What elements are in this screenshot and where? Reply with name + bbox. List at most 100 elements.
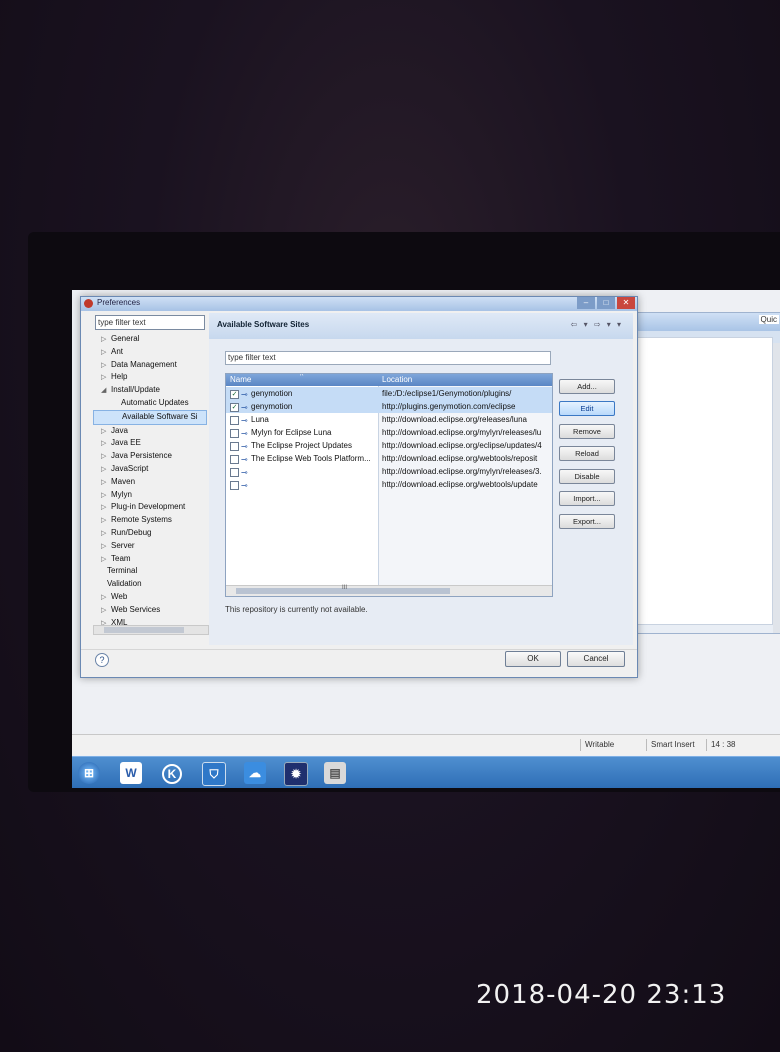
sort-indicator-icon: ^ (300, 373, 304, 380)
eclipse-app-icon[interactable]: ✹ (284, 762, 308, 786)
site-enabled-checkbox[interactable]: ✓ (230, 390, 239, 399)
table-row[interactable]: ✓ ⊸ genymotion http://plugins.genymotion.co… (226, 400, 552, 413)
site-enabled-checkbox[interactable] (230, 429, 239, 438)
reload-button[interactable]: Reload (559, 446, 615, 461)
tree-item[interactable]: ▷ Remote Systems (93, 514, 207, 527)
table-row[interactable]: ⊸ http://download.eclipse.org/webtools/up… (226, 478, 552, 491)
table-row[interactable]: ✓ ⊸ genymotion file:/D:/eclipse1/Genymotion… (226, 387, 552, 400)
dialog-titlebar[interactable]: Preferences – □ ✕ (81, 297, 637, 311)
preferences-filter-input[interactable]: type filter text (95, 315, 205, 330)
ok-button[interactable]: OK (505, 651, 561, 667)
tree-item-label: Help (111, 372, 128, 382)
tree-expander-icon[interactable]: ▷ (101, 592, 111, 605)
shield-icon[interactable]: ⛉ (202, 762, 226, 786)
word-icon[interactable]: W (120, 762, 142, 784)
sites-filter-input[interactable]: type filter text (225, 351, 551, 365)
tree-expander-icon[interactable]: ▷ (101, 605, 111, 618)
site-name: genymotion (251, 389, 293, 398)
tree-item-label: Mylyn (111, 489, 132, 499)
k-app-icon[interactable]: K (162, 764, 182, 784)
table-row[interactable]: ⊸ The Eclipse Project Updates http://downl… (226, 439, 552, 452)
table-row[interactable]: ⊸ The Eclipse Web Tools Platform... http:/… (226, 452, 552, 465)
tree-item[interactable]: ▷ Data Management (93, 359, 207, 372)
tree-item[interactable]: ▷ Java Persistence (93, 450, 207, 463)
maximize-icon[interactable]: □ (597, 297, 615, 309)
tree-expander-icon[interactable]: ▷ (101, 528, 111, 541)
tree-item[interactable]: ▷ Help (93, 371, 207, 384)
tree-scroll-thumb[interactable] (104, 627, 184, 633)
table-horizontal-scrollbar[interactable]: III (226, 585, 552, 596)
site-enabled-checkbox[interactable] (230, 455, 239, 464)
tree-expander-icon[interactable]: ▷ (101, 541, 111, 554)
background-scrollbar[interactable] (773, 343, 780, 633)
disable-button[interactable]: Disable (559, 469, 615, 484)
tree-item-label: Data Management (111, 359, 177, 369)
remove-button[interactable]: Remove (559, 424, 615, 439)
column-header-location[interactable]: Location (382, 375, 412, 384)
tree-item[interactable]: ▷ General (93, 333, 207, 346)
printer-icon[interactable]: ▤ (324, 762, 346, 784)
tree-item[interactable]: ▷ Plug-in Development (93, 501, 207, 514)
close-icon[interactable]: ✕ (617, 297, 635, 309)
tree-item-label: Install/Update (111, 385, 160, 395)
table-row[interactable]: ⊸ Luna http://download.eclipse.org/release… (226, 413, 552, 426)
tree-item-label: Java EE (111, 438, 141, 448)
tree-expander-icon[interactable]: ▷ (101, 347, 111, 360)
tree-item[interactable]: ▷ Java EE (93, 437, 207, 450)
tree-item[interactable]: ▷ Server (93, 540, 207, 553)
repository-status-message: This repository is currently not availab… (225, 605, 368, 614)
photo-timestamp: 2018-04-20 23:13 (476, 980, 727, 1010)
tree-item[interactable]: Validation (93, 578, 207, 591)
column-header-name[interactable]: Name (230, 375, 251, 384)
site-enabled-checkbox[interactable] (230, 481, 239, 490)
site-enabled-checkbox[interactable] (230, 416, 239, 425)
edit-button[interactable]: Edit (559, 401, 615, 416)
tree-expander-icon[interactable]: ◢ (101, 385, 111, 398)
tree-horizontal-scrollbar[interactable] (93, 625, 209, 635)
tree-item-label: Web (111, 591, 128, 601)
history-nav-icons[interactable]: ⇦ ▾ ⇨ ▾ ▾ (571, 320, 623, 329)
tree-expander-icon[interactable]: ▷ (101, 464, 111, 477)
site-name: The Eclipse Web Tools Platform... (251, 454, 371, 463)
insert-mode-status: Smart Insert (646, 739, 695, 751)
table-row[interactable]: ⊸ http://download.eclipse.org/mylyn/relea… (226, 465, 552, 478)
help-icon[interactable]: ? (95, 653, 109, 667)
import-button[interactable]: Import... (559, 491, 615, 506)
tree-item[interactable]: ▷ Run/Debug (93, 527, 207, 540)
tree-item[interactable]: ▷ Team (93, 553, 207, 566)
tree-item-label: Available Software Si (122, 411, 198, 421)
tree-item[interactable]: Automatic Updates (93, 397, 207, 410)
tree-item-label: Team (111, 553, 131, 563)
tree-item-label: Validation (107, 579, 142, 589)
site-enabled-checkbox[interactable] (230, 468, 239, 477)
table-row[interactable]: ⊸ Mylyn for Eclipse Luna http://download.e… (226, 426, 552, 439)
page-header: Available Software Sites ⇦ ▾ ⇨ ▾ ▾ (209, 313, 633, 339)
update-site-icon: ⊸ (241, 481, 248, 490)
cloud-icon[interactable]: ☁ (244, 762, 266, 784)
minimize-icon[interactable]: – (577, 297, 595, 309)
site-enabled-checkbox[interactable] (230, 442, 239, 451)
tree-item[interactable]: Available Software Si (93, 409, 207, 425)
tree-item[interactable]: Terminal (93, 565, 207, 578)
start-button-icon[interactable]: ⊞ (78, 762, 100, 784)
tree-expander-icon[interactable]: ▷ (101, 477, 111, 490)
add-button[interactable]: Add... (559, 379, 615, 394)
tree-item-label: Java (111, 425, 128, 435)
tree-item[interactable]: ▷ Ant (93, 346, 207, 359)
preferences-tree: ▷ General ▷ Ant ▷ Data Management ▷ Help ◢ Instal… (93, 333, 207, 633)
quick-access-field[interactable]: Quic (758, 315, 779, 324)
site-location: http://plugins.genymotion.com/eclipse (382, 402, 516, 411)
tree-item[interactable]: ▷ Java (93, 425, 207, 438)
site-enabled-checkbox[interactable]: ✓ (230, 403, 239, 412)
cancel-button[interactable]: Cancel (567, 651, 625, 667)
table-header: Name ^ Location (226, 374, 552, 386)
tree-expander-icon[interactable]: ▷ (101, 334, 111, 347)
tree-item[interactable]: ◢ Install/Update (93, 384, 207, 397)
tree-item[interactable]: ▷ Web (93, 591, 207, 604)
tree-item[interactable]: ▷ JavaScript (93, 463, 207, 476)
tree-item[interactable]: ▷ Maven (93, 476, 207, 489)
export-button[interactable]: Export... (559, 514, 615, 529)
tree-item-label: Ant (111, 346, 124, 356)
tree-item[interactable]: ▷ Mylyn (93, 489, 207, 502)
tree-item[interactable]: ▷ Web Services (93, 604, 207, 617)
